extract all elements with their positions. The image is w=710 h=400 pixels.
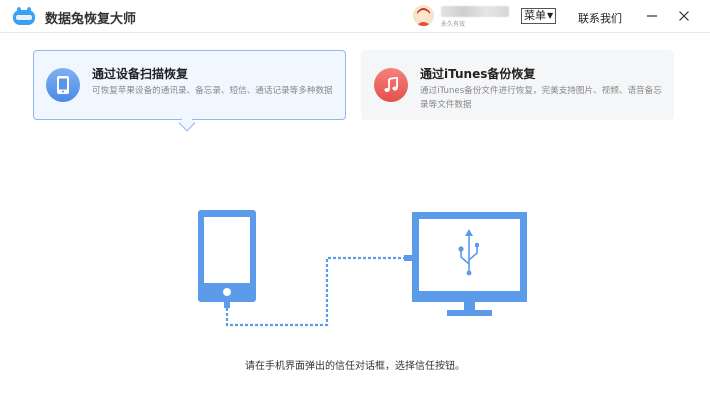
music-note-icon (374, 68, 408, 102)
option-title: 通过设备扫描恢复 (92, 67, 189, 81)
menu-button[interactable]: 菜单 ▼ (521, 8, 557, 24)
minimize-icon[interactable] (641, 5, 663, 27)
caret-down-icon: ▼ (547, 11, 554, 20)
username-redacted (441, 6, 509, 17)
user-avatar-icon[interactable] (413, 5, 434, 26)
option-description: 可恢复苹果设备的通讯录、备忘录、短信、通话记录等多种数据 (92, 86, 333, 96)
app-title: 数据兔恢复大师 (45, 12, 137, 27)
account-status: 永久有效 (441, 21, 466, 28)
usb-symbol-icon (458, 229, 479, 276)
phone-icon (46, 68, 80, 102)
contact-us-link[interactable]: 联系我们 (578, 10, 622, 26)
itunes-backup-option[interactable]: 通过iTunes备份恢复 通过iTunes备份文件进行恢复，完美支持图片、视频、… (361, 50, 674, 120)
close-icon[interactable] (673, 5, 695, 27)
computer-monitor-icon (412, 212, 527, 316)
rabbit-logo-icon (13, 7, 35, 25)
device-scan-option[interactable]: 通过设备扫描恢复 可恢复苹果设备的通讯录、备忘录、短信、通话记录等多种数据 (33, 50, 346, 120)
menu-label: 菜单 (524, 9, 546, 22)
trust-dialog-instruction: 请在手机界面弹出的信任对话框，选择信任按钮。 (245, 361, 465, 372)
phone-illustration-icon (198, 210, 256, 308)
usb-cable (225, 256, 410, 327)
option-description: 通过iTunes备份文件进行恢复，完美支持图片、视频、语音备忘录等文件数据 (420, 86, 662, 110)
title-bar: 数据兔恢复大师 永久有效 菜单 ▼ 联系我们 (0, 0, 710, 33)
option-title: 通过iTunes备份恢复 (420, 67, 536, 81)
